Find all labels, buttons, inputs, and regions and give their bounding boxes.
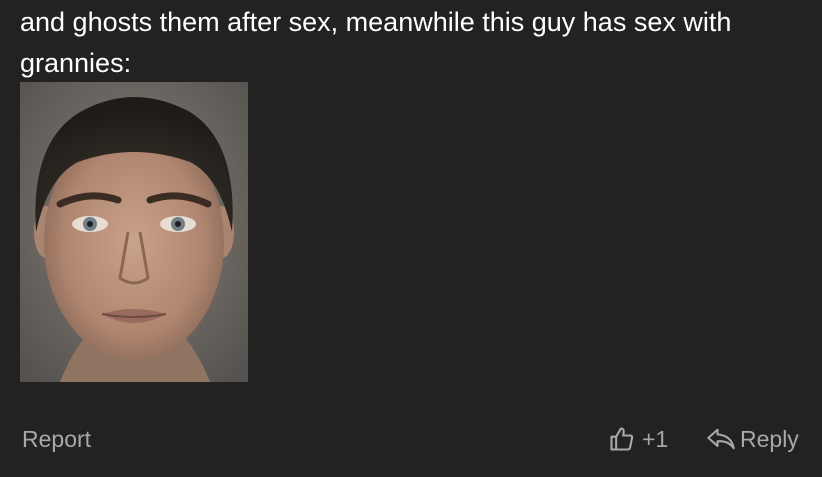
upvote-count: +1 [642, 426, 669, 452]
reply-arrow-icon [706, 426, 736, 452]
reply-button[interactable]: Reply [706, 422, 799, 456]
reply-label: Reply [740, 426, 799, 452]
face-photo [20, 82, 248, 382]
report-button[interactable]: Report [22, 424, 91, 454]
thumbs-up-icon [608, 425, 636, 453]
upvote-button[interactable]: +1 [608, 422, 668, 456]
comment-text: and ghosts them after sex, meanwhile thi… [20, 7, 732, 78]
